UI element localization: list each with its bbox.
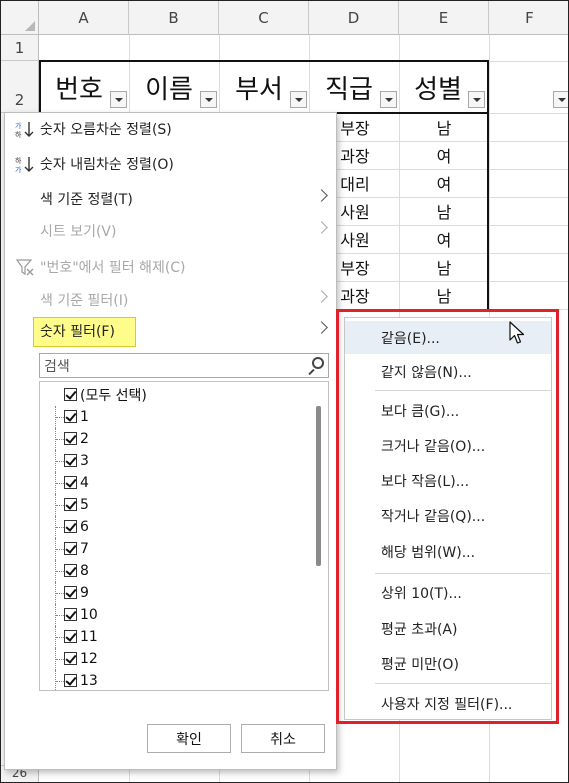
- checkbox-checked[interactable]: [64, 586, 77, 599]
- svg-text:가: 가: [15, 165, 22, 174]
- column-header-a[interactable]: A: [39, 1, 129, 35]
- column-header-d[interactable]: D: [309, 1, 399, 35]
- filter-dropdown-extra[interactable]: [553, 91, 568, 108]
- grade-cell[interactable]: 부장: [337, 253, 373, 281]
- mouse-pointer-icon: [509, 321, 525, 344]
- ok-button[interactable]: 확인: [147, 724, 231, 753]
- menu-filter-by-color: 색 기준 필터(I): [5, 284, 336, 316]
- gender-cell[interactable]: 여: [399, 169, 489, 197]
- menu-label: "번호"에서 필터 해제(C): [40, 260, 186, 276]
- svg-text:하: 하: [15, 130, 22, 139]
- menu-sort-by-color[interactable]: 색 기준 정렬(T): [5, 183, 336, 215]
- svg-text:가: 가: [15, 121, 22, 130]
- menu-label: 색 기준 필터(I): [40, 293, 129, 309]
- gender-cell[interactable]: 남: [399, 113, 489, 141]
- menu-label: 숫자 필터(F): [40, 324, 115, 340]
- checkbox-checked[interactable]: [64, 564, 77, 577]
- search-placeholder: 검색: [44, 358, 70, 375]
- menu-label: 숫자 오름차순 정렬(S): [40, 122, 172, 138]
- checkbox-checked[interactable]: [64, 498, 77, 511]
- search-icon: [312, 357, 324, 369]
- filter-dropdown-grade[interactable]: [380, 91, 397, 108]
- grade-cell[interactable]: 사원: [337, 197, 373, 225]
- menu-label: 시트 보기(V): [40, 224, 117, 240]
- search-input[interactable]: 검색: [39, 353, 329, 378]
- checkbox-checked[interactable]: [64, 432, 77, 445]
- chevron-right-icon: [315, 221, 328, 234]
- checkbox-checked[interactable]: [64, 410, 77, 423]
- checkbox-checked[interactable]: [64, 476, 77, 489]
- gender-cell[interactable]: 남: [399, 197, 489, 225]
- menu-sort-descending[interactable]: 하가 숫자 내림차순 정렬(O): [5, 148, 336, 180]
- filter-dropdown-number[interactable]: [110, 91, 127, 108]
- chevron-right-icon: [315, 290, 328, 303]
- grade-cell[interactable]: 과장: [337, 281, 373, 309]
- checkbox-checked[interactable]: [64, 388, 77, 401]
- gender-cell[interactable]: 여: [399, 225, 489, 253]
- column-header-f[interactable]: F: [489, 1, 568, 35]
- grade-cell[interactable]: 부장: [337, 113, 373, 141]
- gender-cell[interactable]: 남: [399, 253, 489, 281]
- gender-cell[interactable]: 남: [399, 281, 489, 309]
- sort-ascending-icon: 가하: [15, 119, 35, 139]
- chevron-right-icon: [315, 189, 328, 202]
- grade-cell[interactable]: 대리: [337, 169, 373, 197]
- checkbox-checked[interactable]: [64, 630, 77, 643]
- checkbox-checked[interactable]: [64, 542, 77, 555]
- excel-window: A B C D E F 1 2 26 번호 이름 부서 직급 성별 부장 과장 …: [0, 0, 569, 783]
- filter-value-list[interactable]: (모두 선택) 1 2 3 4 5 6 7 8 9 10 11 12 13: [39, 381, 329, 691]
- list-scrollbar-thumb[interactable]: [316, 406, 321, 566]
- column-header-b[interactable]: B: [129, 1, 219, 35]
- column-header-c[interactable]: C: [219, 1, 309, 35]
- autofilter-menu: 가하 숫자 오름차순 정렬(S) 하가 숫자 내림차순 정렬(O) 색 기준 정…: [4, 112, 337, 770]
- row-header-2[interactable]: 2: [1, 61, 39, 113]
- menu-number-filters[interactable]: 숫자 필터(F): [5, 315, 336, 347]
- menu-clear-filter: "번호"에서 필터 해제(C): [5, 251, 336, 283]
- checkbox-checked[interactable]: [64, 608, 77, 621]
- annotation-highlight-box: [336, 309, 559, 724]
- menu-sort-ascending[interactable]: 가하 숫자 오름차순 정렬(S): [5, 113, 336, 145]
- filter-dropdown-name[interactable]: [200, 91, 217, 108]
- cancel-button[interactable]: 취소: [241, 724, 325, 753]
- chevron-right-icon: [315, 321, 328, 334]
- checkbox-checked[interactable]: [64, 520, 77, 533]
- clear-filter-icon: [15, 257, 35, 277]
- svg-text:하: 하: [15, 156, 22, 165]
- checkbox-checked[interactable]: [64, 674, 77, 687]
- grade-cell[interactable]: 사원: [337, 225, 373, 253]
- filter-dropdown-gender[interactable]: [468, 91, 485, 108]
- menu-label: 숫자 내림차순 정렬(O): [40, 157, 174, 173]
- checkbox-checked[interactable]: [64, 454, 77, 467]
- filter-dropdown-dept[interactable]: [290, 91, 307, 108]
- menu-sheet-view: 시트 보기(V): [5, 215, 336, 247]
- grade-cell[interactable]: 과장: [337, 141, 373, 169]
- menu-label: 색 기준 정렬(T): [40, 192, 133, 208]
- checkbox-checked[interactable]: [64, 652, 77, 665]
- column-header-e[interactable]: E: [399, 1, 489, 35]
- select-all-corner[interactable]: [1, 1, 39, 35]
- row-header-1[interactable]: 1: [1, 35, 39, 61]
- gender-cell[interactable]: 여: [399, 141, 489, 169]
- sort-descending-icon: 하가: [15, 154, 35, 174]
